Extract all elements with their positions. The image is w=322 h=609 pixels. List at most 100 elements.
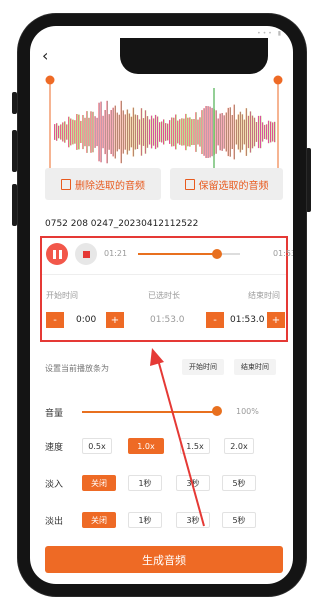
waveform-bar: [58, 125, 60, 139]
delete-selection-button[interactable]: 删除选取的音频: [45, 168, 161, 200]
fade-out-option[interactable]: 3秒: [176, 512, 210, 528]
waveform-bar: [247, 115, 250, 149]
waveform-bar: [169, 120, 171, 144]
waveform-bar: [98, 102, 100, 162]
speed-option[interactable]: 1.5x: [180, 438, 210, 454]
waveform-bar: [102, 115, 104, 149]
waveform-bar: [128, 113, 131, 151]
waveform-bar: [235, 119, 238, 145]
waveform-bar: [154, 114, 157, 150]
waveform-bar: [231, 115, 233, 149]
waveform-bar: [70, 118, 72, 146]
progress-thumb[interactable]: [212, 249, 222, 259]
waveform-bar: [207, 106, 209, 158]
speed-option[interactable]: 0.5x: [82, 438, 112, 454]
waveform-bar: [255, 122, 258, 142]
status-bar-icons: ••• ▮: [257, 30, 283, 37]
phone-side-button: [12, 184, 17, 226]
phone-side-button: [12, 130, 17, 172]
fade-in-option[interactable]: 3秒: [176, 475, 210, 491]
waveform-bar: [84, 117, 86, 147]
waveform-bar: [257, 115, 260, 149]
waveform-bar: [265, 124, 268, 140]
volume-slider[interactable]: [82, 411, 216, 413]
speed-option[interactable]: 2.0x: [224, 438, 254, 454]
waveform-bar: [132, 107, 135, 157]
waveform-bar: [221, 113, 223, 151]
fade-in-option-selected[interactable]: 关闭: [82, 475, 116, 491]
set-end-time-button[interactable]: 结束时间: [234, 359, 276, 375]
waveform-bar: [263, 124, 266, 139]
left-trim-handle[interactable]: [45, 75, 55, 85]
waveform-bar: [122, 110, 124, 154]
waveform-bar: [136, 115, 139, 149]
waveform-bar: [253, 117, 256, 147]
waveform-bars: [54, 100, 276, 164]
phone-power-button: [306, 148, 311, 212]
right-trim-handle[interactable]: [273, 75, 283, 85]
camera-notch: [120, 38, 268, 74]
waveform-bar: [177, 120, 179, 144]
waveform-bar: [78, 114, 80, 150]
waveform-bar: [215, 110, 217, 154]
waveform-bar: [179, 119, 181, 145]
waveform-bar: [171, 117, 173, 147]
start-minus-button[interactable]: -: [46, 312, 64, 328]
waveform-bar: [211, 107, 213, 157]
app-screen: ••• ▮ ‹ 音频裁剪 删除选取的音频 保留选取的音频 0752 20: [30, 26, 293, 584]
volume-label: 音量: [45, 409, 64, 419]
fade-out-option[interactable]: 5秒: [222, 512, 256, 528]
waveform-bar: [106, 100, 108, 164]
fade-in-option[interactable]: 5秒: [222, 475, 256, 491]
waveform-bar: [118, 114, 120, 150]
fade-out-option-selected[interactable]: 关闭: [82, 512, 116, 528]
waveform-bar: [165, 123, 167, 141]
waveform-bar: [126, 109, 129, 155]
waveform-bar: [148, 119, 151, 145]
current-time: 01:21: [104, 249, 128, 258]
waveform-bar: [90, 111, 92, 153]
waveform-bar: [249, 111, 252, 153]
waveform-bar: [267, 120, 270, 144]
waveform-bar: [74, 120, 76, 144]
waveform-bar: [66, 124, 68, 140]
set-start-time-button[interactable]: 开始时间: [182, 359, 224, 375]
waveform-bar: [237, 114, 240, 150]
speed-option-selected[interactable]: 1.0x: [128, 438, 164, 454]
waveform-bar: [138, 119, 141, 145]
start-time-label: 开始时间: [46, 291, 78, 300]
waveform-bar: [110, 110, 112, 154]
pause-button[interactable]: [46, 243, 68, 265]
end-minus-button[interactable]: -: [206, 312, 224, 328]
fade-out-option[interactable]: 1秒: [128, 512, 162, 528]
waveform-bar: [116, 112, 118, 152]
fade-in-option[interactable]: 1秒: [128, 475, 162, 491]
progress-slider[interactable]: [138, 253, 240, 255]
volume-value: 100%: [236, 407, 259, 416]
waveform-bar: [60, 124, 62, 140]
waveform-bar: [152, 118, 155, 146]
waveform-bar: [191, 119, 193, 145]
waveform-bar: [72, 119, 74, 145]
waveform-bar: [144, 110, 147, 154]
waveform-bar: [189, 117, 191, 147]
waveform-bar: [197, 119, 199, 145]
generate-audio-button[interactable]: 生成音频: [45, 546, 283, 573]
waveform-bar: [163, 119, 165, 145]
start-plus-button[interactable]: +: [106, 312, 124, 328]
end-plus-button[interactable]: +: [267, 312, 285, 328]
file-name: 0752 208 0247_20230412112522: [45, 219, 199, 229]
waveform-bar: [94, 116, 96, 148]
waveform-bar: [140, 108, 143, 156]
waveform-bar: [134, 114, 137, 150]
player-panel: 01:21 01:53 开始时间 已选时长 结束时间 - 0:00 + 01:5…: [40, 236, 293, 342]
keep-selection-button[interactable]: 保留选取的音频: [170, 168, 283, 200]
stop-button[interactable]: [75, 243, 97, 265]
volume-thumb[interactable]: [212, 406, 222, 416]
waveform-bar: [229, 107, 231, 157]
waveform-bar: [201, 110, 203, 154]
waveform-bar: [92, 111, 94, 153]
waveform-bar: [223, 115, 225, 149]
waveform-bar: [76, 114, 78, 150]
waveform-bar: [82, 115, 84, 150]
